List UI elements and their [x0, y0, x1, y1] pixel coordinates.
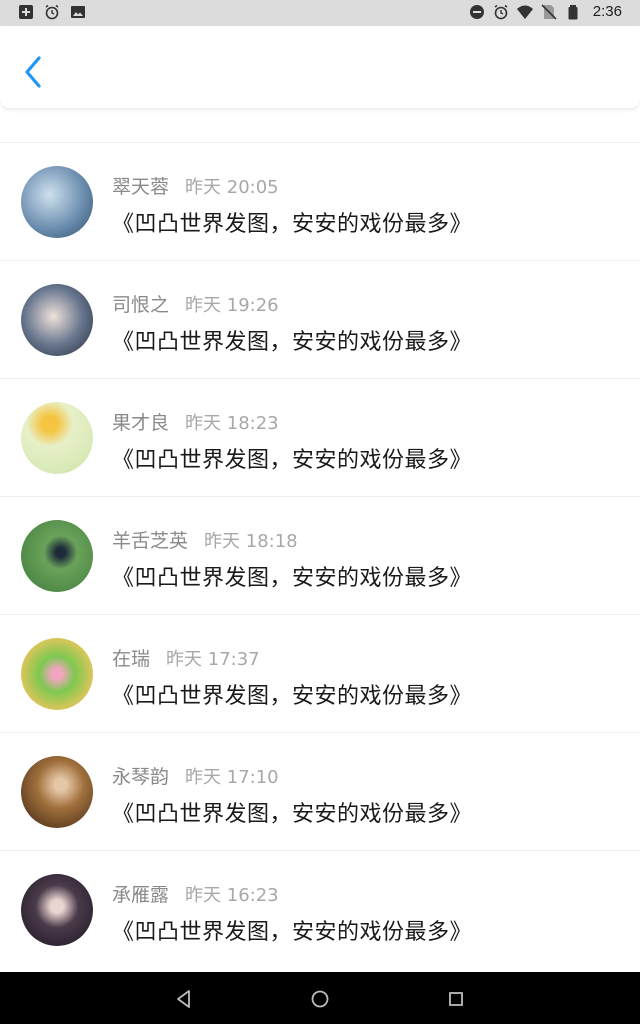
- sender-name: 翠天蓉: [112, 176, 170, 198]
- message-text: 《凹凸世界发图，安安的戏份最多》: [112, 684, 473, 709]
- timestamp: 昨天 18:18: [204, 531, 298, 552]
- image-icon: [71, 6, 85, 18]
- home-circle-icon[interactable]: [309, 988, 331, 1010]
- list-item[interactable]: 羊舌芝英 昨天 18:18 《凹凸世界发图，安安的戏份最多》: [0, 496, 640, 615]
- plus-box-icon: [19, 5, 33, 19]
- avatar: [21, 874, 93, 946]
- list-item[interactable]: 果才良 昨天 18:23 《凹凸世界发图，安安的戏份最多》: [0, 378, 640, 497]
- battery-icon: [568, 4, 578, 19]
- list-item[interactable]: 司恨之 昨天 19:26 《凹凸世界发图，安安的戏份最多》: [0, 260, 640, 379]
- avatar: [21, 166, 93, 238]
- app-header: [0, 26, 640, 108]
- timestamp: 昨天 16:23: [185, 885, 279, 906]
- timestamp: 昨天 17:10: [185, 767, 279, 788]
- system-nav-bar: [0, 972, 640, 1024]
- no-sim-icon: [541, 3, 557, 20]
- message-text: 《凹凸世界发图，安安的戏份最多》: [112, 448, 473, 473]
- alarm-icon: [494, 4, 508, 19]
- message-text: 《凹凸世界发图，安安的戏份最多》: [112, 212, 473, 237]
- sender-name: 羊舌芝英: [112, 530, 189, 552]
- sender-name: 承雁露: [112, 884, 170, 906]
- avatar: [21, 284, 93, 356]
- message-list[interactable]: 翠天蓉 昨天 20:05 《凹凸世界发图，安安的戏份最多》 司恨之 昨天 19:26…: [0, 26, 640, 972]
- avatar: [21, 402, 93, 474]
- avatar: [21, 756, 93, 828]
- sender-name: 司恨之: [112, 294, 170, 316]
- message-text: 《凹凸世界发图，安安的戏份最多》: [112, 920, 473, 945]
- message-text: 《凹凸世界发图，安安的戏份最多》: [112, 802, 473, 827]
- message-text: 《凹凸世界发图，安安的戏份最多》: [112, 566, 473, 591]
- message-text: 《凹凸世界发图，安安的戏份最多》: [112, 330, 473, 355]
- list-item[interactable]: 翠天蓉 昨天 20:05 《凹凸世界发图，安安的戏份最多》: [0, 142, 640, 261]
- wifi-icon: [516, 5, 533, 19]
- list-item[interactable]: 永琴韵 昨天 17:10 《凹凸世界发图，安安的戏份最多》: [0, 732, 640, 851]
- clock: 2:36: [592, 3, 622, 20]
- sender-name: 永琴韵: [112, 766, 170, 788]
- timestamp: 昨天 20:05: [185, 177, 279, 198]
- timestamp: 昨天 17:37: [166, 649, 260, 670]
- avatar: [21, 520, 93, 592]
- list-item[interactable]: 在瑞 昨天 17:37 《凹凸世界发图，安安的戏份最多》: [0, 614, 640, 733]
- list-item[interactable]: 承雁露 昨天 16:23 《凹凸世界发图，安安的戏份最多》: [0, 850, 640, 968]
- timestamp: 昨天 18:23: [185, 413, 279, 434]
- avatar: [21, 638, 93, 710]
- sender-name: 在瑞: [112, 648, 151, 670]
- chevron-left-icon[interactable]: [20, 54, 48, 90]
- status-bar: 2:36: [0, 0, 640, 26]
- back-triangle-icon[interactable]: [173, 988, 195, 1010]
- alarm-icon: [45, 4, 59, 20]
- do-not-disturb-icon: [469, 4, 484, 19]
- sender-name: 果才良: [112, 412, 170, 434]
- recents-square-icon[interactable]: [445, 988, 467, 1010]
- timestamp: 昨天 19:26: [185, 295, 279, 316]
